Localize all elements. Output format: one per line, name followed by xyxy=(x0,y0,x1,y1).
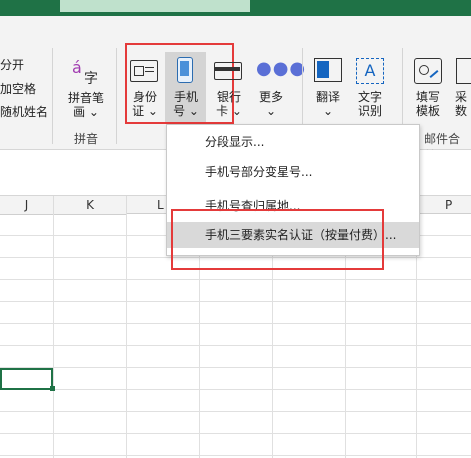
bank-card-button-label2[interactable]: 卡 ⌄ xyxy=(212,104,246,118)
translate-button[interactable]: 翻译 xyxy=(311,90,345,104)
ocr-button-label2[interactable]: 识别 xyxy=(353,104,387,118)
split-button[interactable]: 分开 xyxy=(0,56,24,73)
selected-cell[interactable] xyxy=(0,368,53,390)
ocr-icon: A xyxy=(356,58,384,84)
fill-handle[interactable] xyxy=(50,386,55,391)
pinyin-group-label: 拼音 xyxy=(74,132,99,146)
column-header-j[interactable]: J xyxy=(0,196,54,215)
pinyin-button-label2[interactable]: 画 ⌄ xyxy=(64,105,108,119)
collect-data-button-label2[interactable]: 数 xyxy=(455,104,471,118)
highlight-box-menu xyxy=(171,209,384,270)
more-button[interactable]: 更多 xyxy=(254,90,288,104)
active-tab-highlight xyxy=(60,0,250,12)
random-name-button[interactable]: 随机姓名 xyxy=(0,103,48,120)
bank-card-icon xyxy=(214,62,242,80)
menu-item-mask-phone[interactable]: 手机号部分变星号... xyxy=(167,159,419,185)
more-dots-icon: ●●● xyxy=(256,58,307,79)
menu-item-segment-display[interactable]: 分段显示... xyxy=(167,129,419,155)
pinyin-icon: á 字 xyxy=(72,58,98,87)
column-header-k[interactable]: K xyxy=(54,196,127,215)
fill-template-button[interactable]: 填写 xyxy=(411,90,445,104)
pinyin-button-label1[interactable]: 拼音笔 xyxy=(64,91,108,105)
column-header-p[interactable]: P xyxy=(417,196,471,214)
more-button-label2[interactable]: ⌄ xyxy=(254,104,288,118)
fill-template-icon xyxy=(414,58,442,84)
add-space-button[interactable]: 加空格 xyxy=(0,80,36,97)
bank-card-button[interactable]: 银行 xyxy=(212,90,246,104)
group-separator xyxy=(52,48,53,144)
collect-data-button[interactable]: 采 xyxy=(455,90,471,104)
fill-template-button-label2[interactable]: 模板 xyxy=(411,104,445,118)
collect-data-icon xyxy=(456,58,471,84)
ocr-button[interactable]: 文字 xyxy=(353,90,387,104)
group-separator xyxy=(116,48,117,144)
translate-icon xyxy=(314,58,342,82)
translate-button-label2[interactable]: ⌄ xyxy=(311,104,345,118)
